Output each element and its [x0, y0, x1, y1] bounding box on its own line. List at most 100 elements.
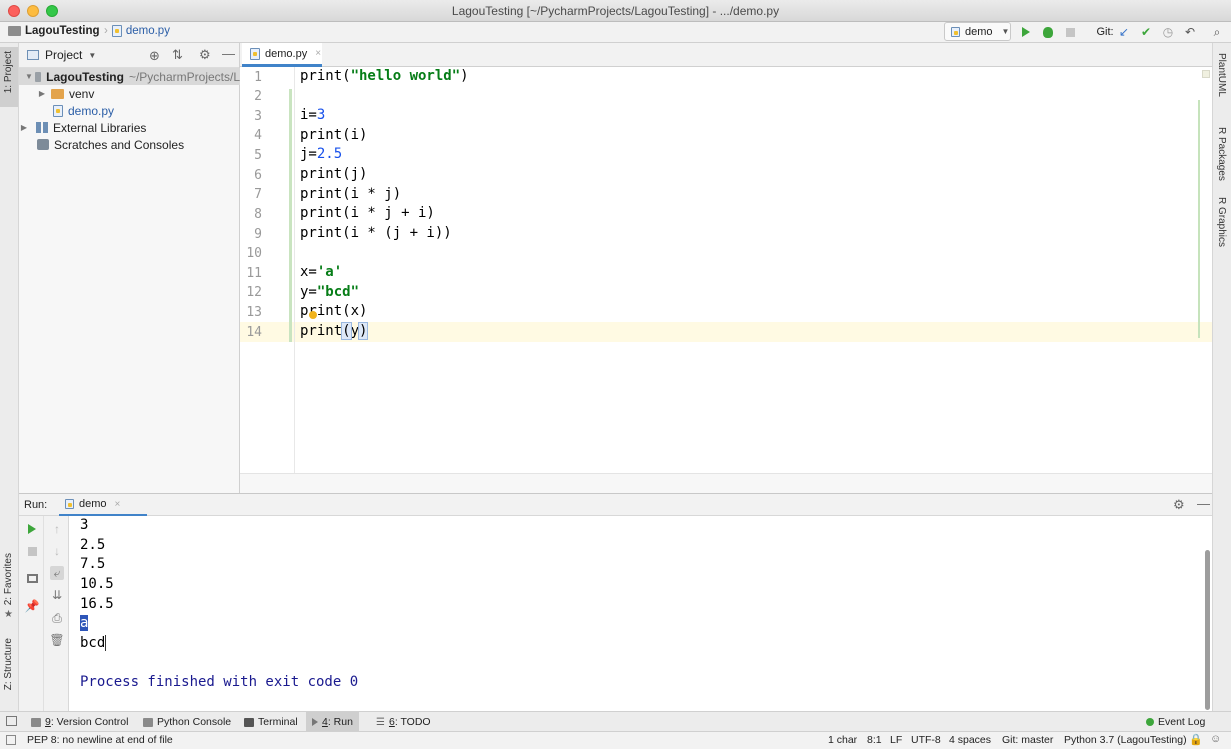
pin-tab-button[interactable]: 📌: [24, 599, 40, 613]
run-tab-demo[interactable]: demo ×: [59, 494, 147, 517]
favorites-tool-tab[interactable]: 2: Favorites: [3, 553, 14, 605]
code-line: print("hello world"): [300, 68, 469, 84]
printer-icon: ⎙: [52, 610, 62, 625]
editor-tab-label: demo.py: [265, 47, 308, 60]
console-line: 10.5: [80, 576, 114, 592]
search-everywhere-icon[interactable]: ⌕: [1210, 25, 1224, 39]
tree-item-external-libraries[interactable]: ▶ External Libraries: [19, 119, 240, 136]
tree-item-demo-py[interactable]: demo.py: [19, 102, 240, 119]
project-tool-tab[interactable]: 1: Project: [0, 47, 18, 107]
structure-tool-tab[interactable]: Z: Structure: [3, 638, 14, 690]
close-icon[interactable]: ×: [115, 499, 121, 510]
code-line: i=3: [300, 107, 326, 123]
close-icon[interactable]: ×: [315, 48, 321, 59]
breadcrumb-project[interactable]: LagouTesting: [8, 25, 100, 37]
tab-label: Event Log: [1158, 716, 1206, 728]
project-view-select[interactable]: Project: [45, 48, 82, 62]
git-update-icon[interactable]: ↙: [1117, 25, 1131, 39]
git-history-icon[interactable]: ◷: [1161, 25, 1175, 39]
status-interpreter[interactable]: Python 3.7 (LagouTesting): [1064, 734, 1187, 746]
python-file-icon: [250, 47, 260, 60]
play-icon: [1022, 27, 1030, 37]
tab-todo[interactable]: ☰ 6: TODO: [370, 712, 437, 732]
git-commit-icon[interactable]: ✔: [1139, 25, 1153, 39]
status-encoding[interactable]: UTF-8: [911, 734, 941, 746]
r-graphics-tool-tab[interactable]: R Graphics: [1216, 197, 1227, 247]
stop-button[interactable]: [1063, 25, 1077, 39]
plantuml-tool-tab[interactable]: PlantUML: [1216, 53, 1227, 97]
tab-label: : Run: [327, 716, 353, 728]
console-scrollbar[interactable]: [1205, 550, 1210, 710]
hide-panel-icon[interactable]: —: [1197, 496, 1210, 511]
run-button[interactable]: [1019, 25, 1033, 39]
tab-python-console[interactable]: Python Console: [137, 712, 237, 732]
stop-button[interactable]: [25, 544, 39, 558]
rerun-button[interactable]: [25, 522, 39, 536]
run-configuration-select[interactable]: demo ▼: [944, 22, 1011, 41]
folder-icon: [51, 88, 64, 99]
vcs-changes-marker[interactable]: [289, 89, 292, 342]
git-rollback-icon[interactable]: ↶: [1183, 25, 1197, 39]
run-console-output[interactable]: 3 2.5 7.5 10.5 16.5 a bcd Process finish…: [69, 516, 1212, 711]
editor-tab-demo-py[interactable]: demo.py ×: [242, 43, 322, 67]
status-caret-position[interactable]: 8:1: [867, 734, 882, 746]
tab-terminal[interactable]: Terminal: [238, 712, 304, 732]
folder-icon: [8, 26, 21, 36]
tree-item-scratches[interactable]: Scratches and Consoles: [19, 136, 240, 153]
code-string: 'a': [316, 264, 343, 280]
python-console-icon: [143, 717, 153, 727]
line-number: 1: [254, 70, 262, 85]
code-line: print(i * j + i): [300, 205, 435, 221]
matched-paren: ): [357, 322, 369, 340]
tree-item-venv[interactable]: ▶ venv: [19, 85, 240, 102]
status-git-branch[interactable]: Git: master: [1002, 734, 1053, 746]
collapse-all-icon[interactable]: ⇅: [172, 47, 183, 63]
inspector-icon[interactable]: ☺: [1210, 733, 1221, 745]
tab-event-log[interactable]: Event Log: [1140, 712, 1211, 732]
code-editor[interactable]: print("hello world") i=3 print(i) j=2.5 …: [295, 67, 1212, 473]
run-configuration-label: demo: [965, 25, 993, 38]
clear-all-button[interactable]: 🗑: [49, 633, 65, 647]
soft-wrap-button[interactable]: ⤶: [50, 566, 64, 580]
restore-layout-button[interactable]: [25, 571, 39, 585]
breadcrumb-file[interactable]: › demo.py: [104, 25, 170, 37]
tool-window-bar: 9: Version Control Python Console Termin…: [0, 711, 1231, 732]
tab-label: Python Console: [157, 716, 232, 728]
r-packages-tool-tab[interactable]: R Packages: [1216, 127, 1227, 181]
status-toggle-icon[interactable]: [6, 735, 16, 745]
status-indent[interactable]: 4 spaces: [949, 734, 991, 746]
code-string: "hello world": [350, 68, 461, 84]
chevron-down-icon[interactable]: ▼: [88, 51, 96, 60]
toggle-tool-windows-icon[interactable]: [6, 716, 17, 726]
play-icon: [28, 524, 36, 534]
scroll-end-icon: ⇊: [51, 588, 63, 602]
trash-icon: 🗑: [49, 633, 65, 647]
code-line: print(i): [300, 127, 368, 143]
down-arrow-icon[interactable]: ↓: [50, 544, 64, 558]
up-arrow-icon[interactable]: ↑: [50, 522, 64, 536]
print-button[interactable]: ⎙: [50, 611, 64, 625]
python-file-icon: [65, 499, 74, 509]
tab-version-control[interactable]: 9: Version Control: [25, 712, 134, 732]
tree-item-project-root[interactable]: ▼ LagouTesting ~/PycharmProjects/L: [19, 68, 240, 85]
tree-item-label: venv: [69, 86, 95, 101]
hide-panel-icon[interactable]: —: [222, 46, 235, 61]
breadcrumb-separator-icon: ›: [104, 25, 108, 37]
status-line-separator[interactable]: LF: [890, 734, 902, 746]
gear-icon[interactable]: ⚙: [1173, 497, 1185, 513]
intention-bulb-icon[interactable]: [309, 311, 317, 319]
event-log-icon: [1146, 718, 1154, 726]
console-line: 7.5: [80, 556, 106, 572]
locate-file-icon[interactable]: ⊕: [149, 48, 160, 64]
scroll-to-end-button[interactable]: ⇊: [50, 588, 64, 602]
python-file-icon: [53, 104, 63, 117]
lock-icon[interactable]: 🔒: [1189, 733, 1203, 746]
tab-run[interactable]: 4: Run: [306, 712, 359, 732]
gear-icon[interactable]: ⚙: [199, 47, 211, 63]
debug-button[interactable]: [1041, 25, 1055, 39]
inspection-status-icon[interactable]: [1202, 70, 1210, 78]
console-exit-message: Process finished with exit code 0: [80, 674, 359, 690]
version-control-icon: [31, 717, 41, 727]
line-number: 12: [246, 285, 262, 300]
pin-icon: 📌: [24, 599, 40, 613]
